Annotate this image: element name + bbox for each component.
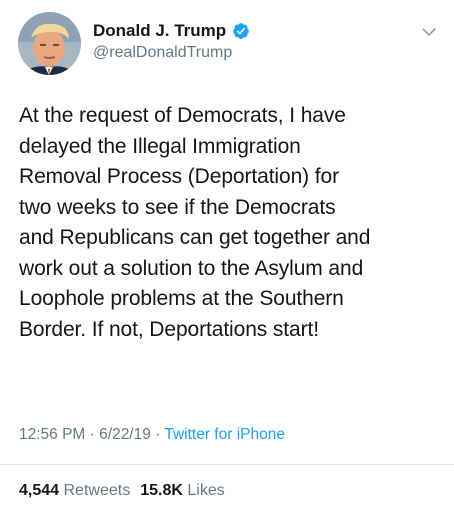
profile-photo-icon	[18, 12, 81, 75]
tweet-source-link[interactable]: Twitter for iPhone	[164, 426, 285, 443]
meta-separator: ·	[85, 426, 100, 443]
tweet-text: At the request of Democrats, I have dela…	[19, 101, 443, 345]
user-handle[interactable]: @realDonaldTrump	[93, 44, 250, 62]
likes-label: Likes	[187, 482, 225, 499]
tweet-date[interactable]: 6/22/19	[99, 426, 151, 443]
tweet-text-line: Loophole problems at the Southern	[19, 287, 344, 310]
tweet-text-line: Removal Process (Deportation) for	[19, 165, 339, 188]
divider	[0, 464, 454, 465]
name-row: Donald J. Trump	[93, 20, 250, 42]
display-name[interactable]: Donald J. Trump	[93, 21, 226, 41]
retweets-stat[interactable]: 4,544 Retweets	[19, 482, 130, 499]
tweet-time[interactable]: 12:56 PM	[19, 426, 85, 443]
avatar[interactable]	[18, 12, 81, 75]
tweet-text-line: and Republicans can get together and	[19, 226, 371, 249]
tweet: Donald J. Trump @realDonaldTrump At the …	[0, 0, 454, 512]
tweet-text-line: work out a solution to the Asylum and	[19, 256, 364, 280]
likes-stat[interactable]: 15.8K Likes	[140, 482, 225, 499]
tweet-text-line: At the request of Democrats, I have	[19, 104, 346, 127]
tweet-text-line: delayed the Illegal Immigration	[19, 134, 301, 158]
likes-count: 15.8K	[140, 482, 183, 499]
chevron-down-icon[interactable]	[421, 24, 437, 40]
tweet-text-line: Border. If not, Deportations start!	[19, 317, 319, 341]
meta-separator: ·	[150, 426, 165, 443]
retweets-count: 4,544	[19, 482, 60, 499]
retweets-label: Retweets	[63, 482, 131, 499]
tweet-text-line: two weeks to see if the Democrats	[19, 195, 336, 219]
author-block[interactable]: Donald J. Trump @realDonaldTrump	[93, 20, 250, 62]
engagement-stats: 4,544 Retweets 15.8K Likes	[19, 482, 225, 500]
verified-badge-icon	[232, 22, 250, 40]
tweet-metadata: 12:56 PM · 6/22/19 · Twitter for iPhone	[19, 426, 285, 444]
